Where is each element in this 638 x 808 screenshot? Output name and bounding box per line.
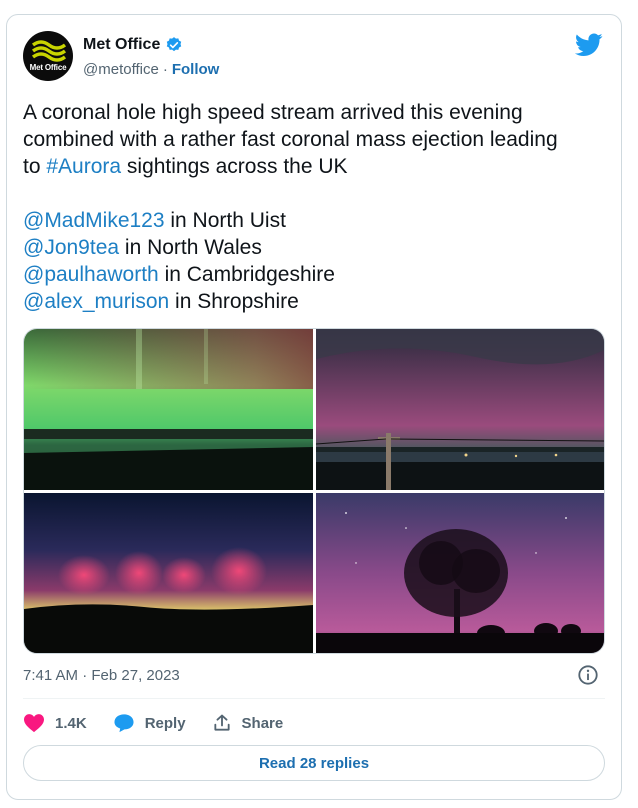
share-button[interactable]: Share [212, 713, 284, 733]
read-replies-button[interactable]: Read 28 replies [23, 745, 605, 781]
divider [23, 698, 605, 699]
tweet-line-1: A coronal hole high speed stream arrived… [23, 101, 523, 124]
author-handle[interactable]: @metoffice [83, 61, 159, 78]
like-count: 1.4K [55, 714, 87, 732]
avatar[interactable]: Met Office [23, 31, 73, 81]
credit-line: @alex_murison in Shropshire [23, 288, 613, 315]
share-label: Share [241, 714, 284, 732]
met-office-logo-icon [31, 40, 67, 62]
like-button[interactable]: 1.4K [23, 713, 87, 733]
tweet-card: Met Office Met Office @metoffice · Follo… [6, 14, 622, 800]
handle-separator: · [162, 61, 168, 78]
aurora-photo-north-uist[interactable] [24, 329, 313, 490]
tweet-line-3: to #Aurora sightings across the UK [23, 153, 613, 180]
mention-madmike123[interactable]: @MadMike123 [23, 209, 165, 232]
mention-paulhaworth[interactable]: @paulhaworth [23, 263, 159, 286]
credit-line: @MadMike123 in North Uist [23, 207, 613, 234]
credit-line: @Jon9tea in North Wales [23, 234, 613, 261]
credit-place: in North Wales [119, 236, 262, 259]
reply-bubble-icon [114, 714, 134, 733]
credit-place: in Shropshire [169, 290, 299, 313]
reply-label: Reply [144, 714, 186, 732]
credit-place: in North Uist [164, 209, 286, 232]
author-name[interactable]: Met Office [83, 36, 160, 54]
aurora-photo-north-wales[interactable] [316, 329, 604, 490]
hashtag-aurora[interactable]: #Aurora [46, 155, 121, 178]
verified-badge-icon [167, 37, 182, 52]
tweet-line-3-start: to [23, 155, 41, 178]
mention-alex-murison[interactable]: @alex_murison [23, 290, 169, 313]
media-grid [23, 328, 605, 654]
mention-jon9tea[interactable]: @Jon9tea [23, 236, 119, 259]
avatar-logo-text: Met Office [29, 63, 67, 72]
action-bar: 1.4K Reply Share [23, 709, 283, 737]
aurora-photo-cambridgeshire[interactable] [24, 493, 313, 653]
info-icon[interactable] [577, 664, 599, 686]
tweet-timestamp[interactable]: 7:41 AM · Feb 27, 2023 [23, 667, 180, 684]
follow-button[interactable]: Follow [172, 61, 220, 78]
credit-place: in Cambridgeshire [158, 263, 335, 286]
heart-icon [24, 714, 44, 733]
tweet-line-2: combined with a rather fast coronal mass… [23, 128, 558, 151]
tweet-line-3-rest: sightings across the UK [121, 155, 348, 178]
tweet-text: A coronal hole high speed stream arrived… [23, 99, 613, 315]
reply-button[interactable]: Reply [113, 713, 186, 733]
aurora-photo-shropshire[interactable] [316, 493, 604, 653]
share-icon [213, 714, 230, 731]
credit-line: @paulhaworth in Cambridgeshire [23, 261, 613, 288]
twitter-bird-icon[interactable] [575, 33, 603, 57]
